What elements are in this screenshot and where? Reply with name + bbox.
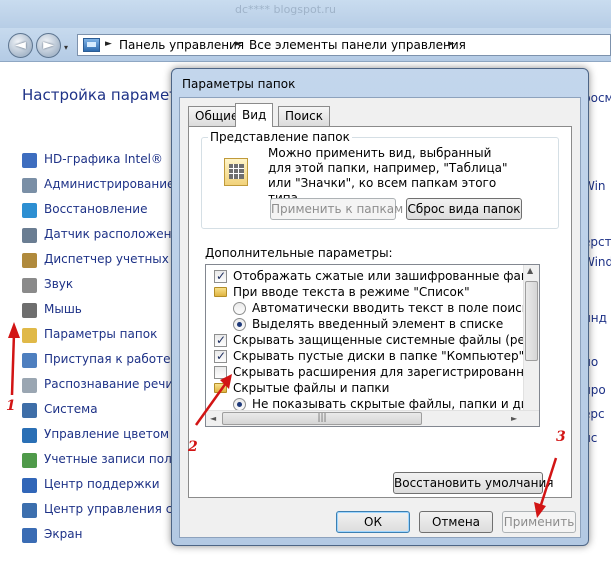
ok-button[interactable]: ОК	[336, 511, 410, 533]
folder-view-group: Представление папок Можно применить вид,…	[201, 130, 559, 229]
control-panel-item-icon	[22, 428, 37, 443]
tab-view[interactable]: Вид	[235, 103, 274, 127]
scroll-left-icon[interactable]: ◄	[210, 414, 216, 423]
vertical-scroll-thumb[interactable]	[525, 281, 538, 361]
page-title: Настройка параметр	[22, 86, 188, 104]
control-panel-item-icon	[22, 303, 37, 318]
tab-search[interactable]: Поиск	[278, 106, 331, 126]
folder-options-dialog: Параметры папок Общие Вид Поиск Представ…	[171, 68, 589, 546]
advanced-setting-label: При вводе текста в режиме "Список"	[233, 285, 470, 299]
folder-view-description: Можно применить вид, выбранный для этой …	[268, 146, 508, 205]
control-panel-item-icon	[22, 178, 37, 193]
scroll-up-icon[interactable]: ▲	[527, 266, 533, 275]
annotation-number-1: 1	[6, 398, 16, 414]
horizontal-scroll-thumb[interactable]: |||	[222, 412, 422, 425]
breadcrumb-all-items[interactable]: Все элементы панели управления	[249, 38, 466, 52]
annotation-number-2: 2	[188, 439, 198, 455]
control-panel-item-icon	[22, 253, 37, 268]
breadcrumb-control-panel[interactable]: Панель управления	[119, 38, 244, 52]
control-panel-item-icon	[22, 203, 37, 218]
folder-icon	[214, 287, 227, 297]
breadcrumb-separator-icon[interactable]: ►	[235, 39, 242, 49]
breadcrumb-separator-icon[interactable]: ►	[448, 39, 455, 49]
radio-selected[interactable]	[233, 318, 246, 331]
dialog-body: Общие Вид Поиск Представление папок Можн…	[179, 97, 581, 538]
control-panel-item-icon	[22, 528, 37, 543]
folder-view-icon	[224, 158, 248, 186]
control-panel-item-label: Система	[44, 402, 98, 416]
advanced-settings-tree[interactable]: Отображать сжатые или зашифрованные файл…	[205, 264, 540, 427]
recent-pages-dropdown-icon[interactable]: ▾	[64, 43, 68, 52]
control-panel-item-icon	[22, 228, 37, 243]
back-button[interactable]: ◄	[8, 33, 33, 58]
window-titlebar: dc**** blogspot.ru	[0, 0, 611, 28]
advanced-setting-label: Скрывать пустые диски в папке "Компьютер…	[233, 349, 525, 363]
checkbox-checked[interactable]	[214, 332, 227, 348]
scroll-right-icon[interactable]: ►	[511, 414, 517, 423]
control-panel-item-label: Звук	[44, 277, 74, 291]
control-panel-item-icon	[22, 453, 37, 468]
control-panel-item-label: Датчик расположения	[44, 227, 187, 241]
control-panel-item-icon	[22, 378, 37, 393]
control-panel-item-label: Восстановление	[44, 202, 148, 216]
restore-defaults-button[interactable]: Восстановить умолчания	[393, 472, 554, 494]
advanced-setting-label: Скрывать расширения для зарегистрированн…	[233, 365, 540, 379]
control-panel-item-label: Администрирование	[44, 177, 175, 191]
control-panel-item-icon	[22, 153, 37, 168]
breadcrumb-separator-icon[interactable]: ►	[105, 39, 112, 49]
checkbox-checked[interactable]	[214, 348, 227, 364]
control-panel-item-label: Мышь	[44, 302, 82, 316]
control-panel-item-icon	[22, 403, 37, 418]
radio-unselected[interactable]	[233, 302, 246, 315]
back-arrow-icon: ◄	[15, 37, 26, 53]
advanced-setting-label: Автоматически вводить текст в поле поиск…	[252, 301, 537, 315]
control-panel-item-label: Распознавание речи	[44, 377, 174, 391]
advanced-setting-label: Выделять введенный элемент в списке	[252, 317, 504, 331]
checkbox-checked[interactable]	[214, 268, 227, 284]
control-panel-item-icon	[22, 328, 37, 343]
horizontal-scrollbar[interactable]: ◄ ||| ►	[206, 410, 539, 426]
apply-button[interactable]: Применить	[502, 511, 576, 533]
view-tab-panel: Представление папок Можно применить вид,…	[188, 126, 572, 498]
folder-icon	[214, 383, 227, 393]
cancel-button[interactable]: Отмена	[419, 511, 493, 533]
advanced-settings-label: Дополнительные параметры:	[205, 246, 393, 260]
vertical-scrollbar[interactable]: ▲	[523, 265, 539, 411]
checkbox-unchecked[interactable]	[214, 366, 227, 379]
control-panel-item-label: Экран	[44, 527, 83, 541]
folder-view-group-title: Представление папок	[208, 130, 352, 144]
forward-button[interactable]: ►	[36, 33, 61, 58]
titlebar-faint-text: dc**** blogspot.ru	[235, 3, 337, 16]
annotation-number-3: 3	[556, 429, 566, 445]
control-panel-item-label: Управление цветом	[44, 427, 170, 441]
apply-to-folders-button[interactable]: Применить к папкам	[270, 198, 403, 220]
advanced-setting-label: Скрытые файлы и папки	[233, 381, 390, 395]
control-panel-item-label: Приступая к работе	[44, 352, 171, 366]
control-panel-item-icon	[22, 278, 37, 293]
control-panel-item-label: Параметры папок	[44, 327, 158, 341]
advanced-setting-label: Скрывать защищенные системные файлы (рек…	[233, 333, 540, 347]
control-panel-icon	[83, 38, 100, 52]
control-panel-item-icon	[22, 478, 37, 493]
control-panel-item-icon	[22, 503, 37, 518]
control-panel-item-label: HD-графика Intel®	[44, 152, 163, 166]
forward-arrow-icon: ►	[43, 37, 54, 53]
control-panel-item-icon	[22, 353, 37, 368]
address-bar[interactable]: ► Панель управления ► Все элементы панел…	[77, 34, 611, 56]
advanced-setting-label: Отображать сжатые или зашифрованные файл…	[233, 269, 540, 283]
reset-folders-button[interactable]: Сброс вида папок	[406, 198, 522, 220]
control-panel-item-label: Центр поддержки	[44, 477, 160, 491]
dialog-title: Параметры папок	[182, 77, 296, 91]
